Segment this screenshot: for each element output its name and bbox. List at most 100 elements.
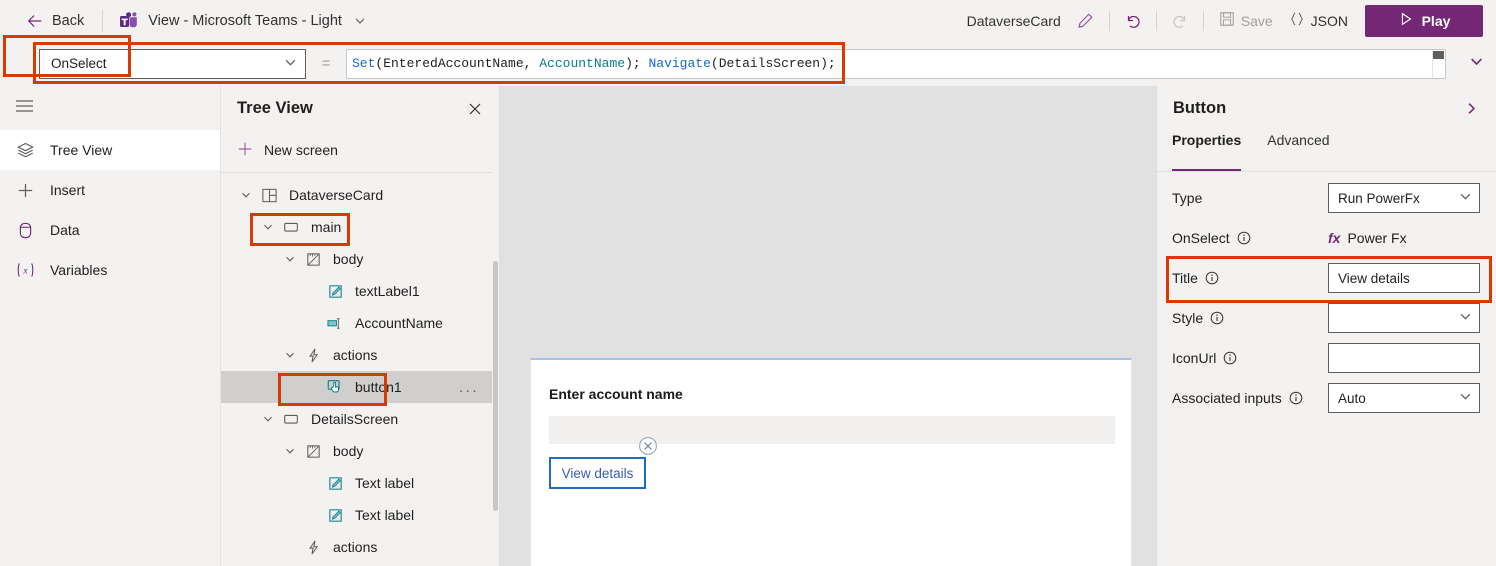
chevron-down-icon[interactable] (257, 221, 279, 233)
chevron-right-icon[interactable] (1463, 100, 1480, 117)
database-icon (14, 221, 36, 240)
tree-node-more-button[interactable]: ... (459, 379, 479, 396)
toolbar-divider (1155, 10, 1157, 31)
chevron-down-icon (240, 189, 252, 201)
json-label: JSON (1310, 12, 1348, 29)
toolbar-divider (1202, 10, 1204, 31)
hamburger-icon (15, 99, 34, 118)
circle-x-icon[interactable] (638, 436, 658, 456)
close-icon[interactable] (467, 101, 483, 117)
tree-node-label: AccountName (355, 315, 443, 331)
tree-node[interactable]: main (221, 211, 499, 243)
tree-scrollbar-thumb[interactable] (493, 261, 498, 511)
tree-view-header: Tree View (221, 86, 499, 131)
info-icon[interactable] (1205, 271, 1219, 285)
powerfx-link[interactable]: fx Power Fx (1328, 230, 1480, 246)
tree-node[interactable]: DetailsScreen (221, 403, 499, 435)
chevron-down-icon[interactable] (279, 349, 301, 361)
tree-node[interactable]: AccountName (221, 307, 499, 339)
sidebar-item-tree-view[interactable]: Tree View (0, 130, 220, 170)
tree-node[interactable]: body (221, 243, 499, 275)
redo-button[interactable] (1164, 5, 1196, 37)
play-button[interactable]: Play (1365, 4, 1483, 37)
property-dropdown[interactable]: Run PowerFx (1328, 183, 1480, 213)
property-label: Title (1172, 270, 1198, 286)
chevron-down-icon (284, 445, 296, 457)
info-icon[interactable] (1210, 311, 1224, 325)
tree-node-icon-wrap (279, 218, 303, 236)
info-icon[interactable] (1289, 391, 1303, 405)
sidebar-item-insert[interactable]: Insert (0, 170, 220, 210)
tab-properties[interactable]: Properties (1172, 130, 1242, 172)
layers-icon (14, 141, 36, 160)
tab-advanced-label: Advanced (1267, 132, 1330, 148)
chevron-down-icon[interactable] (279, 253, 301, 265)
property-dropdown[interactable] (1328, 303, 1480, 333)
play-triangle-icon (1398, 11, 1414, 30)
tabs-underline (1157, 171, 1496, 172)
tree-node-list: DataverseCard main body textLabel1 AccountNa… (221, 179, 499, 563)
tree-node-label: Text label (355, 507, 415, 523)
rename-button[interactable] (1070, 5, 1102, 37)
save-button[interactable]: Save (1211, 5, 1281, 37)
tab-advanced[interactable]: Advanced (1267, 130, 1329, 164)
property-label-group: Title (1172, 270, 1219, 286)
chevron-down-icon (262, 221, 274, 233)
tree-node[interactable]: Text label (221, 499, 499, 531)
property-text-input[interactable] (1328, 343, 1480, 373)
chevron-down-icon[interactable] (279, 445, 301, 457)
chevron-down-icon (284, 56, 297, 72)
tree-node[interactable]: body (221, 435, 499, 467)
tree-node[interactable]: button1... (221, 371, 499, 403)
tree-scrollbar[interactable] (492, 131, 499, 566)
json-button[interactable]: JSON (1281, 5, 1356, 37)
formula-scrollbar[interactable] (1432, 49, 1445, 78)
property-dropdown[interactable]: Auto (1328, 383, 1480, 413)
lightning-icon (305, 539, 322, 556)
undo-button[interactable] (1117, 5, 1149, 37)
app-title-label: View - Microsoft Teams - Light (148, 12, 342, 29)
sidebar-item-variables[interactable]: x Variables (0, 250, 220, 290)
tree-node-label: DataverseCard (289, 187, 384, 203)
tree-node-icon-wrap (323, 315, 347, 332)
property-row: Type Run PowerFx (1157, 178, 1496, 218)
chevron-down-icon[interactable] (235, 189, 257, 201)
pencil-icon (1077, 12, 1094, 29)
formula-input[interactable]: Set(EnteredAccountName, AccountName); Na… (346, 48, 1446, 79)
formula-scrollbar-thumb[interactable] (1433, 50, 1444, 59)
info-icon[interactable] (1223, 351, 1237, 365)
property-label-group: Type (1172, 190, 1202, 206)
property-text-input[interactable]: View details (1328, 263, 1480, 293)
account-name-input[interactable] (549, 416, 1115, 444)
property-row: Title View details (1157, 258, 1496, 298)
text-label-icon (327, 507, 344, 524)
app-title-menu[interactable]: View - Microsoft Teams - Light (109, 0, 376, 41)
property-value: View details (1338, 270, 1410, 286)
formula-bar: OnSelect = Set(EnteredAccountName, Accou… (0, 41, 1496, 86)
properties-tabs: Properties Advanced (1157, 130, 1496, 172)
tree-node[interactable]: Text label (221, 467, 499, 499)
tab-properties-label: Properties (1172, 132, 1242, 148)
powerfx-value: Power Fx (1347, 230, 1407, 246)
curly-braces-icon (1289, 11, 1305, 30)
info-icon[interactable] (1237, 231, 1251, 245)
tree-node[interactable]: actions (221, 531, 499, 563)
screen-rect-icon (282, 218, 300, 236)
menu-toggle-button[interactable] (0, 86, 48, 130)
tree-node-label: DetailsScreen (311, 411, 399, 427)
tree-node[interactable]: textLabel1 (221, 275, 499, 307)
sidebar-item-label: Data (50, 222, 80, 238)
tree-node[interactable]: actions (221, 339, 499, 371)
view-details-button[interactable]: View details (549, 457, 646, 489)
card-grid-icon (261, 187, 278, 204)
back-button[interactable]: Back (0, 0, 96, 41)
formula-bar-expand-button[interactable] (1456, 41, 1496, 86)
formula-expression: Set(EnteredAccountName, AccountName); Na… (352, 56, 836, 71)
property-dropdown[interactable]: OnSelect (39, 48, 306, 79)
new-screen-button[interactable]: New screen (221, 131, 499, 169)
sidebar-item-data[interactable]: Data (0, 210, 220, 250)
tree-node[interactable]: DataverseCard (221, 179, 499, 211)
tree-node-icon-wrap (301, 347, 325, 364)
property-label-group: Style (1172, 310, 1224, 326)
chevron-down-icon[interactable] (257, 413, 279, 425)
